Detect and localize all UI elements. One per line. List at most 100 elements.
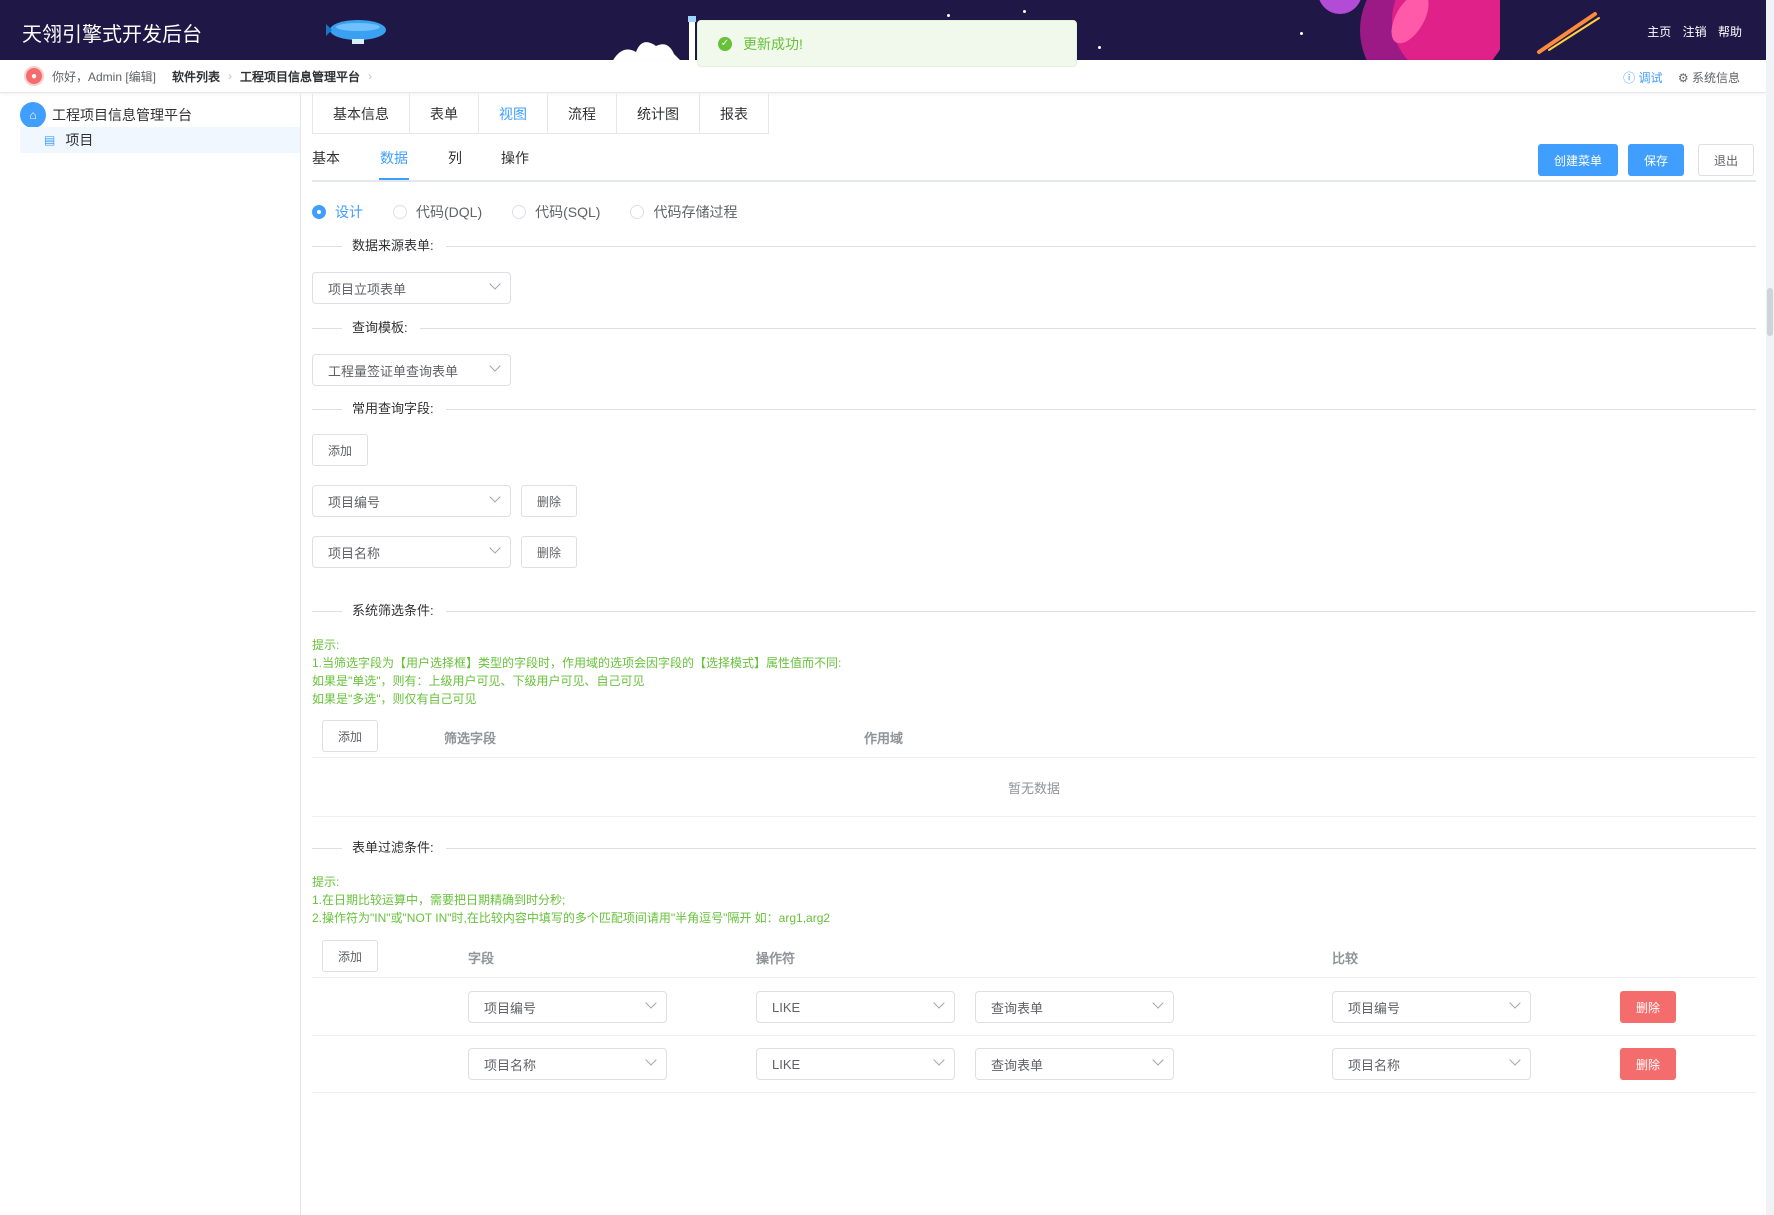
tab-chart[interactable]: 统计图 (617, 94, 700, 133)
field-select[interactable]: 项目名称 (468, 1048, 667, 1080)
create-menu-button[interactable]: 创建菜单 (1538, 144, 1618, 176)
operator-select[interactable]: LIKE (756, 991, 955, 1023)
tab-form[interactable]: 表单 (410, 94, 479, 133)
section-label-common: 常用查询字段: (342, 400, 446, 418)
cloud-icon (613, 42, 680, 60)
select-value: LIKE (772, 999, 801, 1015)
radio-dot (630, 205, 645, 219)
compare-source-select[interactable]: 查询表单 (975, 991, 1174, 1023)
tab-basic-info[interactable]: 基本信息 (313, 94, 410, 133)
section-divider-template: 查询模板: (312, 319, 1756, 337)
form-filter-table-header: 添加 字段 操作符 比较 (312, 934, 1756, 978)
system-info-link[interactable]: ⚙ 系统信息 (1678, 71, 1740, 85)
select-value: 查询表单 (991, 1057, 1044, 1073)
subtab-actions[interactable]: 操作 (501, 148, 529, 168)
column-header-filter-field: 筛选字段 (444, 731, 497, 746)
save-button[interactable]: 保存 (1628, 144, 1684, 176)
tree-node-root[interactable]: ⌂ 工程项目信息管理平台 (20, 102, 192, 128)
chevron-down-icon (1152, 997, 1164, 1009)
subtab-basic[interactable]: 基本 (312, 148, 340, 168)
scrollbar-thumb[interactable] (1767, 288, 1773, 336)
system-filter-tips: 提示: 1.当筛选字段为【用户选择框】类型的字段时，作用域的选项会因字段的【选择… (312, 636, 841, 708)
compare-value-select[interactable]: 项目编号 (1332, 991, 1531, 1023)
select-value: 查询表单 (991, 1000, 1044, 1016)
delete-row-button[interactable]: 删除 (1620, 991, 1676, 1023)
select-value: 项目名称 (484, 1057, 537, 1073)
breadcrumb-right: ⓘ 调试 ⚙ 系统信息 (1623, 69, 1740, 86)
avatar[interactable]: ● (24, 66, 44, 86)
select-value: 项目名称 (1348, 1057, 1401, 1073)
tab-view[interactable]: 视图 (479, 94, 548, 133)
debug-link[interactable]: ⓘ 调试 (1623, 71, 1662, 85)
add-form-filter-button[interactable]: 添加 (322, 940, 378, 972)
tab-flow[interactable]: 流程 (548, 94, 617, 133)
column-header-operator: 操作符 (756, 951, 796, 966)
breadcrumb-item-platform[interactable]: 工程项目信息管理平台 (240, 68, 360, 85)
common-field-select-1[interactable]: 项目编号 (312, 485, 511, 517)
form-filter-tips: 提示: 1.在日期比较运算中，需要把日期精确到时分秒; 2.操作符为"IN"或"… (312, 873, 830, 927)
delete-common-field-button[interactable]: 删除 (521, 536, 577, 568)
radio-sql[interactable]: 代码(SQL) (512, 202, 600, 222)
greeting[interactable]: 你好，Admin [编辑] (52, 68, 156, 85)
select-value: 项目编号 (484, 1000, 537, 1016)
query-template-select[interactable]: 工程量签证单查询表单 (312, 354, 511, 386)
common-field-select-2[interactable]: 项目名称 (312, 536, 511, 568)
subtab-data[interactable]: 数据 (380, 148, 408, 168)
select-value: 工程量签证单查询表单 (328, 363, 459, 379)
chevron-down-icon (489, 360, 501, 372)
section-divider-system-filter: 系统筛选条件: (312, 602, 1756, 620)
table-row: 项目名称 LIKE 查询表单 项目名称 删除 (312, 1036, 1756, 1093)
column-header-field: 字段 (468, 951, 495, 966)
source-form-select[interactable]: 项目立项表单 (312, 272, 511, 304)
page-scrollbar[interactable] (1766, 0, 1774, 1215)
add-system-filter-button[interactable]: 添加 (322, 720, 378, 752)
help-link[interactable]: 帮助 (1718, 25, 1742, 39)
toast-message: 更新成功! (743, 35, 803, 52)
tip-line: 2.操作符为"IN"或"NOT IN"时,在比较内容中填写的多个匹配项间请用"半… (312, 911, 831, 925)
home-icon: ⌂ (20, 102, 46, 128)
compare-value-select[interactable]: 项目名称 (1332, 1048, 1531, 1080)
system-info-label: 系统信息 (1691, 71, 1740, 85)
field-select[interactable]: 项目编号 (468, 991, 667, 1023)
radio-dql[interactable]: 代码(DQL) (393, 202, 482, 222)
select-value: LIKE (772, 1056, 801, 1072)
mode-radio-group: 设计 代码(DQL) 代码(SQL) 代码存储过程 (312, 202, 767, 222)
star-icon (947, 14, 950, 17)
tree-node-project[interactable]: ▤ 项目 (20, 127, 300, 153)
section-label-source: 数据来源表单: (342, 237, 446, 255)
select-value: 项目名称 (328, 545, 381, 561)
star-icon (1098, 46, 1101, 49)
breadcrumb-separator-icon: › (368, 69, 373, 83)
debug-label: 调试 (1638, 71, 1663, 85)
logout-link[interactable]: 注销 (1683, 25, 1707, 39)
delete-row-button[interactable]: 删除 (1620, 1048, 1676, 1080)
breadcrumb-separator-icon: › (228, 69, 233, 83)
radio-design[interactable]: 设计 (312, 202, 363, 222)
radio-procedure[interactable]: 代码存储过程 (630, 202, 737, 222)
radio-dot (512, 205, 527, 219)
home-link[interactable]: 主页 (1647, 25, 1671, 39)
planet-icon (1319, 0, 1500, 60)
chevron-down-icon (1509, 997, 1521, 1009)
tab-report[interactable]: 报表 (700, 94, 768, 133)
chevron-down-icon (489, 491, 501, 503)
breadcrumb-item-software-list[interactable]: 软件列表 (172, 68, 220, 85)
add-common-field-button[interactable]: 添加 (312, 434, 368, 466)
chevron-down-icon (1509, 1054, 1521, 1066)
delete-common-field-button[interactable]: 删除 (521, 485, 577, 517)
top-tabs: 基本信息 表单 视图 流程 统计图 报表 (312, 94, 769, 134)
select-value: 项目编号 (1348, 1000, 1401, 1016)
comet-icon (1537, 12, 1600, 54)
exit-button[interactable]: 退出 (1698, 144, 1754, 176)
section-label-template: 查询模板: (342, 319, 420, 337)
chevron-down-icon (489, 542, 501, 554)
info-icon: ⓘ (1623, 71, 1636, 85)
operator-select[interactable]: LIKE (756, 1048, 955, 1080)
sidebar-tree: ⌂ 工程项目信息管理平台 ▤ 项目 (0, 94, 301, 1215)
section-label-system-filter: 系统筛选条件: (342, 602, 446, 620)
section-divider-form-filter: 表单过滤条件: (312, 839, 1756, 857)
subtab-columns[interactable]: 列 (448, 148, 462, 168)
tip-line: 如果是"多选"，则仅有自己可见 (312, 692, 477, 706)
radio-label: 代码(DQL) (416, 204, 483, 220)
compare-source-select[interactable]: 查询表单 (975, 1048, 1174, 1080)
